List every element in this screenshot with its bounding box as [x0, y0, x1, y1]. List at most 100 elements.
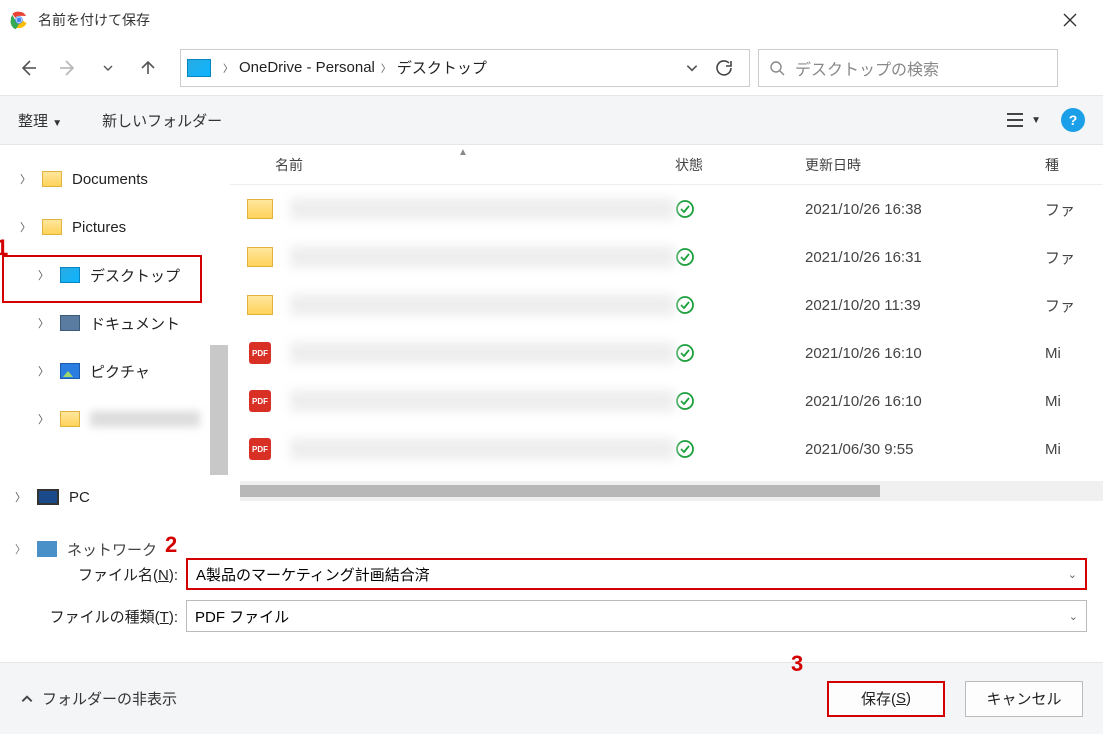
filename-input[interactable]: A製品のマーケティング計画結合済 ⌄: [186, 558, 1087, 590]
file-list: ▲ 名前 状態 更新日時 種 2021/10/26 16:38ファ2021/10…: [210, 145, 1103, 540]
file-name-blurred: [290, 342, 675, 364]
sidebar-item-pictures-jp[interactable]: 〉 ピクチャ: [0, 347, 210, 395]
breadcrumb-seg-2[interactable]: デスクトップ: [397, 57, 487, 78]
sidebar-item-label: ドキュメント: [90, 313, 180, 334]
chevron-down-icon[interactable]: ⌄: [1068, 568, 1077, 581]
filename-value: A製品のマーケティング計画結合済: [196, 564, 430, 585]
file-row[interactable]: 2021/10/26 16:38ファ: [230, 185, 1103, 233]
file-date: 2021/10/26 16:31: [805, 249, 1045, 266]
sidebar-item-pc[interactable]: 〉 PC: [0, 473, 210, 521]
bottom-bar: フォルダーの非表示 3 保存(S) キャンセル: [0, 662, 1103, 734]
view-menu[interactable]: ▼: [1005, 112, 1041, 128]
sidebar-item-label: PC: [69, 489, 90, 506]
breadcrumb-seg-1[interactable]: OneDrive - Personal: [239, 59, 375, 76]
folder-icon: [247, 247, 273, 267]
file-row[interactable]: 2021/10/26 16:31ファ: [230, 233, 1103, 281]
sidebar-item-label: ピクチャ: [90, 361, 150, 382]
help-button[interactable]: ?: [1061, 108, 1085, 132]
annotation-3: 3: [791, 651, 803, 677]
chevron-right-icon: 〉: [381, 60, 391, 75]
status-ok-icon: [675, 391, 805, 411]
annotation-2: 2: [165, 532, 177, 558]
pc-icon: [37, 489, 59, 505]
file-type: Mi: [1045, 441, 1103, 458]
file-row[interactable]: PDF2021/06/30 9:55Mi: [230, 425, 1103, 473]
search-input[interactable]: デスクトップの検索: [758, 49, 1058, 87]
file-type: Mi: [1045, 393, 1103, 410]
sidebar-item-label: デスクトップ: [90, 265, 180, 286]
file-name-blurred: [290, 438, 675, 460]
annotation-1: 1: [0, 235, 8, 261]
filetype-value: PDF ファイル: [195, 606, 289, 627]
chrome-icon: [10, 11, 28, 29]
sidebar-item-documents-jp[interactable]: 〉 ドキュメント: [0, 299, 210, 347]
file-row[interactable]: PDF 2021/10/26 16:10Mi: [230, 377, 1103, 425]
sidebar-item-blurred[interactable]: 〉: [0, 395, 210, 443]
file-date: 2021/10/26 16:10: [805, 393, 1045, 410]
sidebar-item-pictures[interactable]: 〉 Pictures: [0, 203, 210, 251]
file-type: ファ: [1045, 247, 1103, 268]
sidebar-item-desktop[interactable]: 〉 デスクトップ: [0, 251, 210, 299]
cancel-button[interactable]: キャンセル: [965, 681, 1083, 717]
file-name-blurred: [290, 294, 675, 316]
save-button[interactable]: 保存(S): [827, 681, 945, 717]
column-header-status[interactable]: 状態: [675, 155, 805, 175]
document-icon: [60, 315, 80, 331]
pdf-icon: PDF: [249, 390, 271, 412]
chevron-right-icon: 〉: [38, 363, 50, 379]
folder-icon: [247, 295, 273, 315]
refresh-icon[interactable]: [715, 59, 733, 77]
chevron-down-icon[interactable]: ⌄: [1069, 610, 1078, 623]
file-row[interactable]: 2021/10/20 11:39ファ: [230, 281, 1103, 329]
desktop-icon: [60, 267, 80, 283]
chevron-right-icon: 〉: [15, 489, 27, 505]
search-icon: [769, 60, 785, 76]
file-type: ファ: [1045, 199, 1103, 220]
column-header-name[interactable]: ▲ 名前: [230, 155, 675, 175]
file-type: Mi: [1045, 345, 1103, 362]
arrow-right-icon: [59, 59, 77, 77]
organize-menu[interactable]: 整理 ▼: [18, 110, 62, 131]
chevron-down-icon[interactable]: [685, 61, 699, 75]
chevron-right-icon: 〉: [38, 267, 50, 283]
column-header-date[interactable]: 更新日時: [805, 155, 1045, 175]
forward-button[interactable]: [52, 52, 84, 84]
status-ok-icon: [675, 343, 805, 363]
toolbar: 整理 ▼ 新しいフォルダー ▼ ?: [0, 95, 1103, 145]
column-header-row: ▲ 名前 状態 更新日時 種: [230, 145, 1103, 185]
chevron-right-icon: 〉: [20, 171, 32, 187]
sidebar-item-label: Pictures: [72, 219, 126, 236]
file-date: 2021/10/26 16:38: [805, 201, 1045, 218]
breadcrumb[interactable]: 〉 OneDrive - Personal 〉 デスクトップ: [180, 49, 750, 87]
title-bar: 名前を付けて保存: [0, 0, 1103, 40]
scrollbar-horizontal-thumb[interactable]: [240, 485, 880, 497]
sort-asc-icon: ▲: [458, 147, 468, 158]
sidebar-item-documents[interactable]: 〉 Documents: [0, 155, 210, 203]
file-date: 2021/06/30 9:55: [805, 441, 1045, 458]
chevron-down-icon: [102, 62, 114, 74]
recent-dropdown[interactable]: [92, 52, 124, 84]
window-title: 名前を付けて保存: [38, 10, 1047, 30]
scrollbar-horizontal-track[interactable]: [240, 481, 1103, 501]
filename-area: 2 ファイル名(N): A製品のマーケティング計画結合済 ⌄ ファイルの種類(T…: [0, 540, 1103, 646]
status-ok-icon: [675, 439, 805, 459]
location-icon: [187, 59, 211, 77]
column-header-type[interactable]: 種: [1045, 155, 1103, 175]
folder-icon: [60, 411, 80, 427]
back-button[interactable]: [12, 52, 44, 84]
new-folder-button[interactable]: 新しいフォルダー: [102, 110, 222, 131]
up-button[interactable]: [132, 52, 164, 84]
close-button[interactable]: [1047, 0, 1093, 40]
hide-folders-button[interactable]: フォルダーの非表示: [20, 688, 177, 709]
folder-icon: [247, 199, 273, 219]
sidebar-item-label: [90, 411, 200, 427]
file-row[interactable]: PDF2021/10/26 16:10Mi: [230, 329, 1103, 377]
sidebar-item-label: Documents: [72, 171, 148, 188]
status-ok-icon: [675, 247, 805, 267]
arrow-up-icon: [139, 59, 157, 77]
scrollbar-vertical[interactable]: [210, 345, 228, 475]
pictures-icon: [60, 363, 80, 379]
filetype-select[interactable]: PDF ファイル ⌄: [186, 600, 1087, 632]
chevron-right-icon: 〉: [20, 219, 32, 235]
file-type: ファ: [1045, 295, 1103, 316]
